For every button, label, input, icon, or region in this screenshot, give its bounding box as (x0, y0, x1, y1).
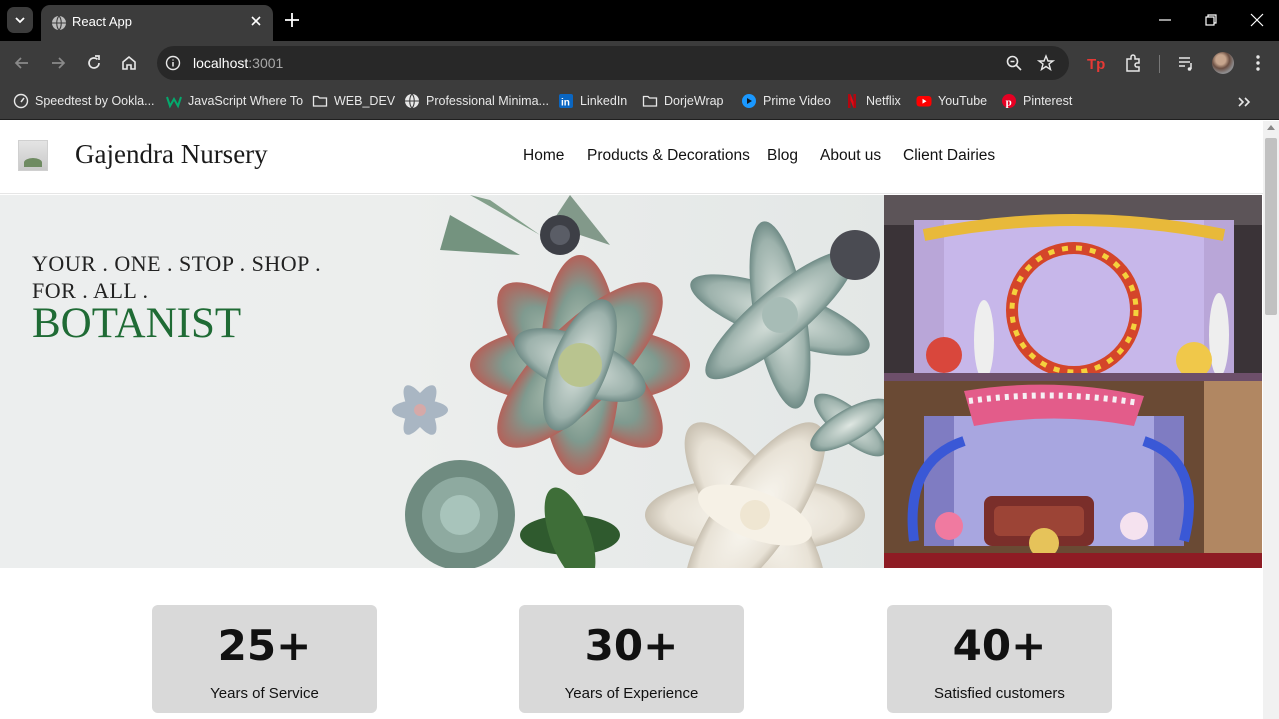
page-viewport: Gajendra Nursery Home Products & Decorat… (0, 121, 1263, 719)
media-control-icon[interactable] (1176, 53, 1196, 73)
page-scrollbar[interactable] (1263, 121, 1279, 719)
stat-label: Years of Experience (564, 685, 699, 702)
bookmark-item[interactable]: JavaScript Where To (166, 92, 303, 110)
toolbar-separator (1159, 55, 1160, 73)
w3schools-icon (166, 96, 182, 109)
succulents-image (392, 195, 884, 568)
bookmark-item[interactable]: Netflix (844, 92, 901, 110)
hero-tagline: YOUR . ONE . STOP . SHOP . FOR . ALL . (32, 250, 321, 304)
url-host: localhost (193, 55, 249, 71)
bookmark-item[interactable]: Professional Minima... (404, 92, 549, 110)
folder-icon (312, 95, 328, 107)
restore-icon[interactable] (1203, 12, 1219, 28)
scroll-up-arrow-icon[interactable] (1267, 125, 1275, 130)
bookmarks-bar: Speedtest by Ookla... JavaScript Where T… (0, 85, 1279, 120)
bookmark-label: Speedtest by Ookla... (35, 94, 155, 108)
bookmark-label: Professional Minima... (426, 94, 549, 108)
site-info-icon[interactable] (165, 55, 181, 71)
bookmark-label: Prime Video (763, 94, 831, 108)
tab-title: React App (72, 14, 132, 29)
bookmark-item[interactable]: WEB_DEV (312, 92, 395, 110)
globe-icon (405, 93, 419, 109)
stat-card-experience: 30+ Years of Experience (519, 605, 744, 713)
stat-card-service: 25+ Years of Service (152, 605, 377, 713)
nav-link-client-dairies[interactable]: Client Dairies (903, 147, 995, 165)
linkedin-icon: in (559, 94, 573, 109)
tab-search-button[interactable] (7, 7, 33, 33)
stat-card-customers: 40+ Satisfied customers (887, 605, 1112, 713)
bookmark-label: YouTube (938, 94, 988, 108)
browser-toolbar: localhost:3001 Tp (0, 41, 1279, 85)
stat-value: 40+ (952, 621, 1047, 670)
bookmark-item[interactable]: in LinkedIn (558, 92, 627, 110)
minimize-icon[interactable] (1157, 12, 1173, 28)
url-port: :3001 (248, 55, 284, 71)
stat-label: Satisfied customers (934, 685, 1065, 702)
svg-text:Tp: Tp (1087, 56, 1105, 73)
stat-label: Years of Service (210, 685, 319, 702)
back-arrow-icon[interactable] (13, 54, 31, 72)
more-menu-icon[interactable] (1248, 53, 1268, 73)
new-tab-icon[interactable] (283, 11, 301, 29)
address-bar[interactable]: localhost:3001 (157, 46, 1069, 80)
bookmark-star-icon[interactable] (1037, 54, 1055, 72)
profile-avatar[interactable] (1212, 52, 1234, 74)
home-icon[interactable] (120, 54, 138, 72)
browser-tab[interactable]: React App (41, 5, 273, 41)
nursery-logo[interactable] (18, 140, 48, 171)
hero-banner: YOUR . ONE . STOP . SHOP . FOR . ALL . B… (0, 195, 884, 568)
speedtest-icon (13, 93, 29, 109)
hero-heading: BOTANIST (32, 300, 242, 347)
bookmark-label: Pinterest (1023, 94, 1073, 108)
extensions-puzzle-icon[interactable] (1123, 53, 1143, 73)
svg-text:in: in (561, 98, 570, 109)
close-tab-icon[interactable] (248, 13, 264, 29)
folder-icon (642, 95, 658, 107)
hero-tagline-line1: YOUR . ONE . STOP . SHOP . (32, 251, 322, 276)
bookmark-item[interactable]: Prime Video (741, 92, 831, 110)
bookmark-label: LinkedIn (580, 94, 628, 108)
bookmark-label: DorjeWrap (664, 94, 724, 108)
more-bookmarks-icon[interactable] (1236, 94, 1252, 110)
close-window-icon[interactable] (1249, 12, 1265, 28)
nav-link-products-decorations[interactable]: Products & Decorations (587, 147, 750, 165)
stat-value: 25+ (217, 621, 312, 670)
nav-link-home[interactable]: Home (523, 147, 564, 165)
bookmark-item[interactable]: p Pinterest (1001, 92, 1072, 110)
prime-video-icon (742, 94, 756, 108)
stage-decoration-photo-2 (884, 381, 1262, 568)
bookmark-label: Netflix (866, 94, 901, 108)
chevron-down-icon (15, 17, 25, 24)
bookmark-label: WEB_DEV (334, 94, 396, 108)
nav-link-about-us[interactable]: About us (820, 147, 881, 165)
bookmark-item[interactable]: YouTube (916, 92, 987, 110)
bookmark-label: JavaScript Where To (188, 94, 304, 108)
youtube-icon (916, 96, 932, 107)
zoom-icon[interactable] (1005, 54, 1023, 72)
svg-text:p: p (1006, 96, 1012, 108)
stat-value: 30+ (584, 621, 679, 670)
reload-icon[interactable] (85, 54, 103, 72)
netflix-icon (848, 94, 856, 108)
brand-name[interactable]: Gajendra Nursery (75, 139, 268, 170)
bookmark-item[interactable]: Speedtest by Ookla... (13, 92, 155, 110)
pinterest-icon: p (1002, 94, 1016, 108)
browser-titlebar: React App (0, 0, 1279, 41)
globe-icon (52, 15, 66, 31)
nav-link-blog[interactable]: Blog (767, 147, 798, 165)
forward-arrow-icon[interactable] (49, 54, 67, 72)
url-text[interactable]: localhost:3001 (193, 55, 283, 71)
bookmark-item[interactable]: DorjeWrap (642, 92, 724, 110)
tp-extension-icon[interactable]: Tp (1086, 53, 1106, 73)
stage-decoration-photo-1 (884, 195, 1262, 381)
site-header: Gajendra Nursery Home Products & Decorat… (0, 121, 1263, 194)
scrollbar-thumb[interactable] (1265, 138, 1277, 315)
